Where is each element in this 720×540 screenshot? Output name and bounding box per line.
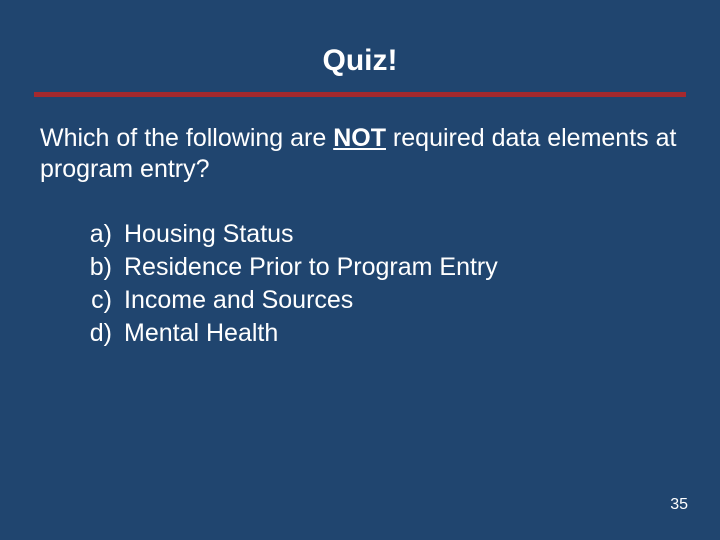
option-b: b) Residence Prior to Program Entry xyxy=(76,251,720,284)
page-number: 35 xyxy=(670,496,688,514)
option-marker: d) xyxy=(76,317,124,350)
option-text: Income and Sources xyxy=(124,284,720,317)
option-text: Residence Prior to Program Entry xyxy=(124,251,720,284)
option-text: Housing Status xyxy=(124,218,720,251)
option-a: a) Housing Status xyxy=(76,218,720,251)
option-c: c) Income and Sources xyxy=(76,284,720,317)
option-text: Mental Health xyxy=(124,317,720,350)
option-marker: a) xyxy=(76,218,124,251)
question-emphasis: NOT xyxy=(333,124,386,152)
question-text: Which of the following are NOT required … xyxy=(40,123,680,184)
question-pre: Which of the following are xyxy=(40,124,333,152)
option-marker: c) xyxy=(76,284,124,317)
title-divider xyxy=(34,92,686,97)
slide-title: Quiz! xyxy=(0,0,720,92)
options-list: a) Housing Status b) Residence Prior to … xyxy=(76,218,720,350)
option-d: d) Mental Health xyxy=(76,317,720,350)
option-marker: b) xyxy=(76,251,124,284)
